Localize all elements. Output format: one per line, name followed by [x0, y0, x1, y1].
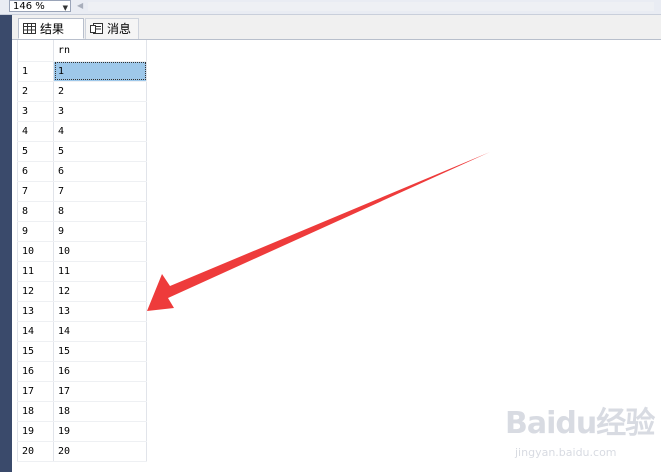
annotation-arrow-shape — [147, 152, 490, 311]
watermark-url: jingyan.baidu.com — [515, 446, 617, 459]
watermark-logo: Baidu经验 — [505, 406, 655, 441]
